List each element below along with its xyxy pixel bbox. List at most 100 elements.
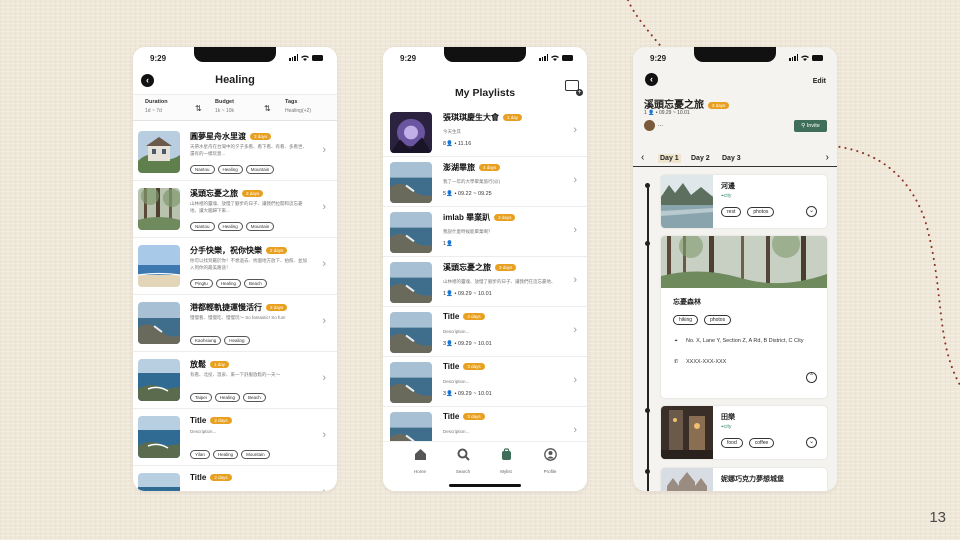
phone-text[interactable]: XXXX-XXX-XXX	[686, 359, 818, 366]
chevron-right-icon[interactable]: ›	[573, 424, 577, 436]
chevron-right-icon[interactable]: ›	[573, 274, 577, 286]
tag-chip: food	[721, 438, 743, 448]
tag-chip: Healing	[224, 336, 250, 345]
place-name: 河邊	[721, 183, 735, 190]
sort-icon[interactable]: ⇅	[264, 104, 271, 113]
sort-icon[interactable]: ⇅	[195, 104, 202, 113]
duration-badge: 3 days	[242, 190, 264, 198]
tag-chip: Beach	[243, 393, 266, 402]
place-card-expanded[interactable]: 忘憂森林 hiking photos ⌖ No. X, Lane Y, Sect…	[661, 236, 827, 398]
chevron-right-icon[interactable]: ›	[322, 144, 326, 156]
item-title: 放鬆 1 day	[190, 359, 230, 370]
item-title-text: imlab 畢業趴	[443, 213, 491, 222]
chevron-down-icon[interactable]: ⌄	[806, 437, 817, 448]
coast-photo	[390, 162, 432, 203]
status-time: 9:29	[400, 54, 417, 63]
edit-button[interactable]: Edit	[813, 78, 826, 85]
tab-day-1[interactable]: Day 1	[658, 154, 681, 163]
wifi-icon	[301, 55, 309, 61]
tab-day-3[interactable]: Day 3	[720, 154, 743, 163]
list-item[interactable]: 分手快樂，祝你快樂 2 days 你可以找到屬於你！不想過去、找個地方放下、拍照、並…	[133, 238, 337, 295]
chevron-right-icon[interactable]: ›	[573, 224, 577, 236]
place-card[interactable]: 河邊 ⌖city rest photos ⌄	[661, 175, 827, 228]
tab-label: Search	[455, 469, 471, 474]
list-item[interactable]: 港都輕軌捷運慢活行 3 days 慢慢看、慢慢吃、慢慢玩～ So fantastic…	[133, 295, 337, 352]
item-title-text: Title	[190, 416, 207, 425]
place-card[interactable]: 妮娜巧克力夢想城堡	[661, 468, 827, 491]
city-label: city	[723, 424, 732, 430]
tab-mylist[interactable]: Mylist	[491, 448, 521, 474]
signal-icon	[289, 54, 298, 61]
duration-badge: 1 day	[503, 114, 523, 122]
tag-chip: Mountain	[245, 222, 275, 231]
filter-tags[interactable]: Tags Healing(+2)	[285, 99, 311, 114]
tab-home[interactable]: Home	[405, 448, 435, 474]
timeline-line	[647, 184, 649, 491]
chevron-right-icon[interactable]: ›	[322, 258, 326, 270]
tag-chip: photos	[704, 315, 732, 325]
chevron-right-icon[interactable]: ›	[322, 372, 326, 384]
filter-duration[interactable]: Duration 1d ~ 7d	[145, 99, 168, 114]
item-description: 你可以找到屬於你！不想過去、找個地方放下、拍照、並加入到你的最美路途！	[190, 258, 307, 270]
notch	[694, 47, 776, 62]
duration-badge: 3 days	[708, 101, 730, 109]
profile-icon	[543, 448, 557, 461]
place-card[interactable]: 田樂 ⌖city food coffee ⌄	[661, 406, 827, 459]
playlist-item[interactable]: Title 3 days Description... 3👤 • 09.29 ~ 10…	[383, 357, 587, 407]
playlist-item[interactable]: 溪頭忘憂之旅 3 days 山林裡的靈魂、放慢了腳步的日子、讓我們在這忘憂地、讓大腦…	[383, 257, 587, 307]
chevron-right-icon[interactable]: ›	[573, 374, 577, 386]
tag-chip: photos	[747, 207, 775, 217]
chevron-right-icon[interactable]: ›	[573, 324, 577, 336]
chevron-right-icon[interactable]: ›	[322, 201, 326, 213]
tag-list: Yilan Healing Mountain	[190, 450, 270, 459]
item-description: 我說什麼時候能畢業啊？	[443, 229, 493, 234]
chevron-left-icon[interactable]: ‹	[641, 152, 644, 163]
chevron-right-icon[interactable]: ›	[322, 486, 326, 491]
filter-label: Duration	[145, 99, 168, 105]
chevron-down-icon[interactable]: ⌄	[806, 206, 817, 217]
list-item[interactable]: Title 2 days Description... Yilan Healing Mou…	[133, 409, 337, 466]
chevron-right-icon[interactable]: ›	[573, 124, 577, 136]
chevron-right-icon[interactable]: ›	[322, 429, 326, 441]
phone-playlists-screen: 9:29 My Playlists 張琪琪慶生大會 1 day 今天生其 8👤 • 1…	[383, 47, 587, 491]
tab-search[interactable]: Search	[448, 448, 478, 474]
item-description: Description...	[443, 379, 470, 384]
tab-profile[interactable]: Profile	[535, 448, 565, 474]
battery-icon	[562, 54, 573, 61]
item-meta: 3👤 • 09.29 ~ 10.01	[443, 391, 492, 397]
tag-list: Taipei Healing Beach	[190, 393, 266, 402]
playlist-item[interactable]: imlab 畢業趴 3 days 我說什麼時候能畢業啊？ 1👤 ›	[383, 207, 587, 257]
coast-photo	[390, 212, 432, 253]
person-icon: 👤	[446, 291, 453, 297]
home-icon	[414, 449, 426, 460]
tab-day-2[interactable]: Day 2	[689, 154, 712, 163]
avatar[interactable]	[644, 120, 655, 131]
item-title-text: 溪頭忘憂之旅	[190, 189, 238, 198]
person-icon: 👤	[446, 141, 453, 147]
chevron-right-icon[interactable]: ›	[826, 152, 829, 163]
filter-value: 1k ~ 10k	[215, 108, 235, 114]
chevron-right-icon[interactable]: ›	[322, 315, 326, 327]
tag-chip: Nantou	[190, 165, 215, 174]
playlist-item[interactable]: 澎湖畢旅 4 days 我了一年的大學畢業旅行(@) 5👤 • 09.22 ~ 09.…	[383, 157, 587, 207]
list-item[interactable]: 溪頭忘憂之旅 3 days 山林裡的靈魂、放慢了腳步的日子、讓我們拉開和這忘憂地、讓…	[133, 181, 337, 238]
cave-photo	[390, 112, 432, 153]
castle-photo	[661, 468, 713, 491]
item-title: Title 3 days	[443, 412, 485, 421]
list-item[interactable]: Title2 days ›	[133, 466, 337, 491]
item-description: Description...	[443, 429, 470, 434]
playlist-item[interactable]: Title 3 days Description... 3👤 • 09.29 ~ 10…	[383, 307, 587, 357]
list-item[interactable]: 圓夢星舟水里渡 3 days 天帶水星舟在台灣中的夕子多看、看下看、有看、多看世、還…	[133, 124, 337, 181]
list-item[interactable]: 放鬆 1 day 有看、北投、溫泉、來一下舒服放鬆的一天～ Taipei Healing…	[133, 352, 337, 409]
invite-button[interactable]: ⚲ Invite	[794, 120, 827, 132]
back-button[interactable]: ‹	[645, 73, 658, 86]
item-title: 圓夢星舟水里渡 3 days	[190, 131, 272, 142]
chevron-right-icon[interactable]: ›	[573, 174, 577, 186]
item-title-text: Title	[443, 362, 460, 371]
playlist-item[interactable]: 張琪琪慶生大會 1 day 今天生其 8👤 • 11.16 ›	[383, 107, 587, 157]
filter-budget[interactable]: Budget 1k ~ 10k	[215, 99, 234, 114]
chevron-up-icon[interactable]: ⌃	[806, 372, 817, 383]
person-icon: 👤	[648, 110, 655, 116]
item-title: 澎湖畢旅 4 days	[443, 162, 501, 173]
more-members[interactable]: ...	[658, 122, 663, 128]
